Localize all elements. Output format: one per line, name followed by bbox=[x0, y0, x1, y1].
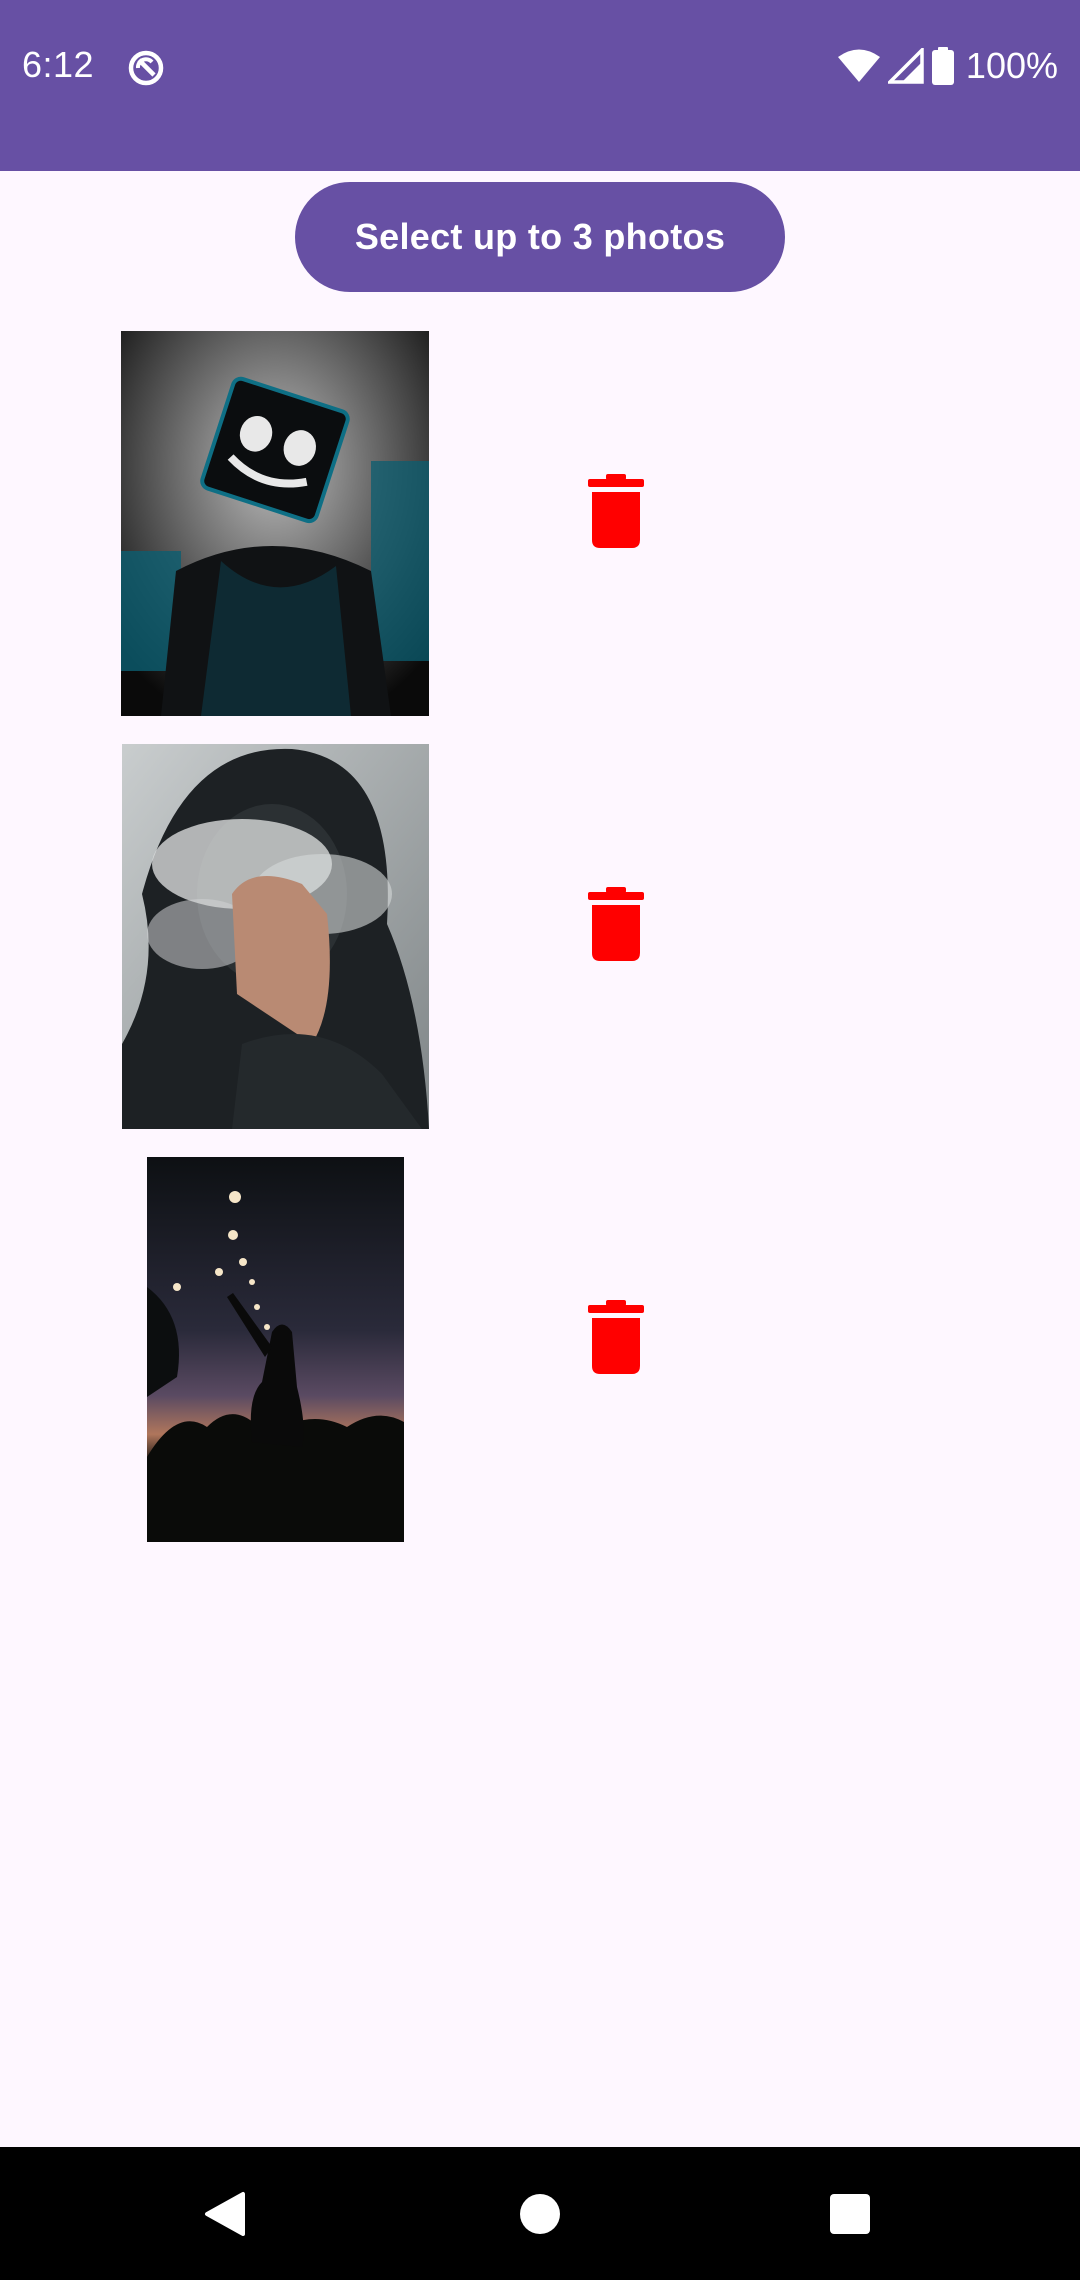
delete-photo-button[interactable] bbox=[578, 466, 654, 556]
recents-button[interactable] bbox=[775, 2147, 925, 2280]
status-time: 6:12 bbox=[22, 44, 95, 85]
status-indicators: 100% bbox=[837, 44, 1058, 88]
select-photos-button[interactable]: Select up to 3 photos bbox=[295, 182, 785, 292]
trash-icon bbox=[588, 887, 644, 961]
photo-thumbnail bbox=[121, 331, 429, 716]
photo-thumbnail bbox=[122, 744, 429, 1129]
photo-row bbox=[0, 744, 1080, 1129]
trash-icon bbox=[588, 474, 644, 548]
battery-percent: 100% bbox=[965, 45, 1058, 86]
photo-row bbox=[0, 331, 1080, 716]
battery-icon bbox=[931, 47, 954, 85]
status-bar: 6:12 100% bbox=[0, 0, 1080, 171]
trash-icon bbox=[588, 1300, 644, 1374]
back-button[interactable] bbox=[150, 2147, 300, 2280]
home-icon bbox=[520, 2193, 560, 2234]
recents-icon bbox=[830, 2193, 870, 2234]
navigation-bar bbox=[0, 2147, 1080, 2280]
photo-thumbnail bbox=[147, 1157, 404, 1542]
delete-photo-button[interactable] bbox=[578, 1292, 654, 1382]
photo-row bbox=[0, 1157, 1080, 1542]
cell-signal-icon bbox=[887, 48, 924, 84]
delete-photo-button[interactable] bbox=[578, 879, 654, 969]
back-icon bbox=[205, 2191, 245, 2236]
wifi-icon bbox=[837, 48, 880, 84]
app-notification-icon bbox=[126, 48, 166, 88]
home-button[interactable] bbox=[465, 2147, 615, 2280]
